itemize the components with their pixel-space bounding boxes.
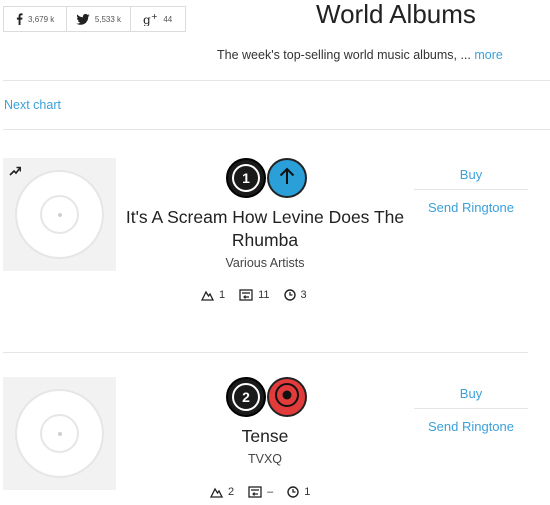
last-week-value: 11 bbox=[258, 289, 270, 301]
weeks-on-chart-value: 1 bbox=[304, 486, 311, 498]
last-week-stat: – bbox=[248, 486, 273, 498]
album-title[interactable]: Tense bbox=[120, 425, 410, 448]
rank-number: 2 bbox=[232, 383, 260, 411]
album-cover[interactable] bbox=[3, 158, 116, 271]
peak-position-stat: 2 bbox=[210, 486, 234, 498]
rank-badge: 2 bbox=[226, 377, 266, 417]
chart-description-text: The week's top-selling world music album… bbox=[217, 48, 471, 62]
send-ringtone-button[interactable]: Send Ringtone bbox=[414, 419, 528, 434]
facebook-icon bbox=[16, 13, 23, 25]
gplus-share-button[interactable]: g + 44 bbox=[131, 7, 185, 31]
svg-text:+: + bbox=[151, 13, 158, 21]
send-ringtone-button[interactable]: Send Ringtone bbox=[414, 200, 528, 215]
twitter-icon bbox=[76, 13, 90, 25]
peak-icon bbox=[201, 290, 214, 301]
entry-divider bbox=[3, 352, 528, 353]
album-title[interactable]: It's A Scream How Levine Does The Rhumba bbox=[120, 206, 410, 252]
chart-description: The week's top-selling world music album… bbox=[217, 48, 503, 62]
peak-position-value: 2 bbox=[228, 486, 235, 498]
trending-up-icon bbox=[9, 163, 22, 181]
weeks-on-chart-value: 3 bbox=[300, 289, 307, 301]
rank-badge: 1 bbox=[226, 158, 266, 198]
peak-position-value: 1 bbox=[219, 289, 226, 301]
action-divider bbox=[414, 189, 528, 190]
facebook-share-count: 3,679 k bbox=[28, 14, 55, 24]
clock-icon bbox=[283, 289, 296, 301]
artist-name[interactable]: Various Artists bbox=[120, 256, 410, 270]
artist-name[interactable]: TVXQ bbox=[120, 452, 410, 466]
buy-button[interactable]: Buy bbox=[414, 386, 528, 401]
nav-divider bbox=[3, 129, 550, 130]
next-chart-link[interactable]: Next chart bbox=[4, 98, 61, 112]
gplus-share-count: 44 bbox=[163, 14, 173, 24]
rank-number: 1 bbox=[232, 164, 260, 192]
header-divider bbox=[3, 80, 550, 81]
last-week-value: – bbox=[267, 486, 274, 498]
arrow-up-icon bbox=[278, 166, 296, 191]
movement-up-badge bbox=[267, 158, 307, 198]
movement-new-badge bbox=[267, 377, 307, 417]
clock-icon bbox=[287, 486, 299, 498]
entry-stats: 2 – 1 bbox=[210, 486, 324, 498]
facebook-share-button[interactable]: 3,679 k bbox=[4, 7, 68, 31]
twitter-share-button[interactable]: 5,533 k bbox=[67, 7, 131, 31]
page-title: World Albums bbox=[316, 0, 476, 29]
entry-stats: 1 11 3 bbox=[201, 289, 321, 301]
buy-button[interactable]: Buy bbox=[414, 167, 528, 182]
svg-text:g: g bbox=[143, 13, 151, 26]
action-divider bbox=[414, 408, 528, 409]
gplus-icon: g + bbox=[143, 13, 158, 26]
vinyl-disc-hole bbox=[58, 432, 62, 436]
weeks-on-chart-stat: 3 bbox=[283, 289, 307, 301]
twitter-share-count: 5,533 k bbox=[94, 14, 122, 24]
share-bar: 3,679 k 5,533 k g + 44 bbox=[3, 6, 186, 32]
weeks-on-chart-stat: 1 bbox=[287, 486, 310, 498]
peak-icon bbox=[210, 487, 223, 498]
more-link[interactable]: more bbox=[474, 48, 502, 62]
last-week-icon bbox=[248, 486, 262, 498]
vinyl-disc-hole bbox=[58, 213, 62, 217]
peak-position-stat: 1 bbox=[201, 289, 225, 301]
last-week-icon bbox=[239, 289, 253, 301]
last-week-stat: 11 bbox=[239, 289, 270, 301]
new-entry-icon bbox=[273, 381, 301, 414]
album-cover[interactable] bbox=[3, 377, 116, 490]
